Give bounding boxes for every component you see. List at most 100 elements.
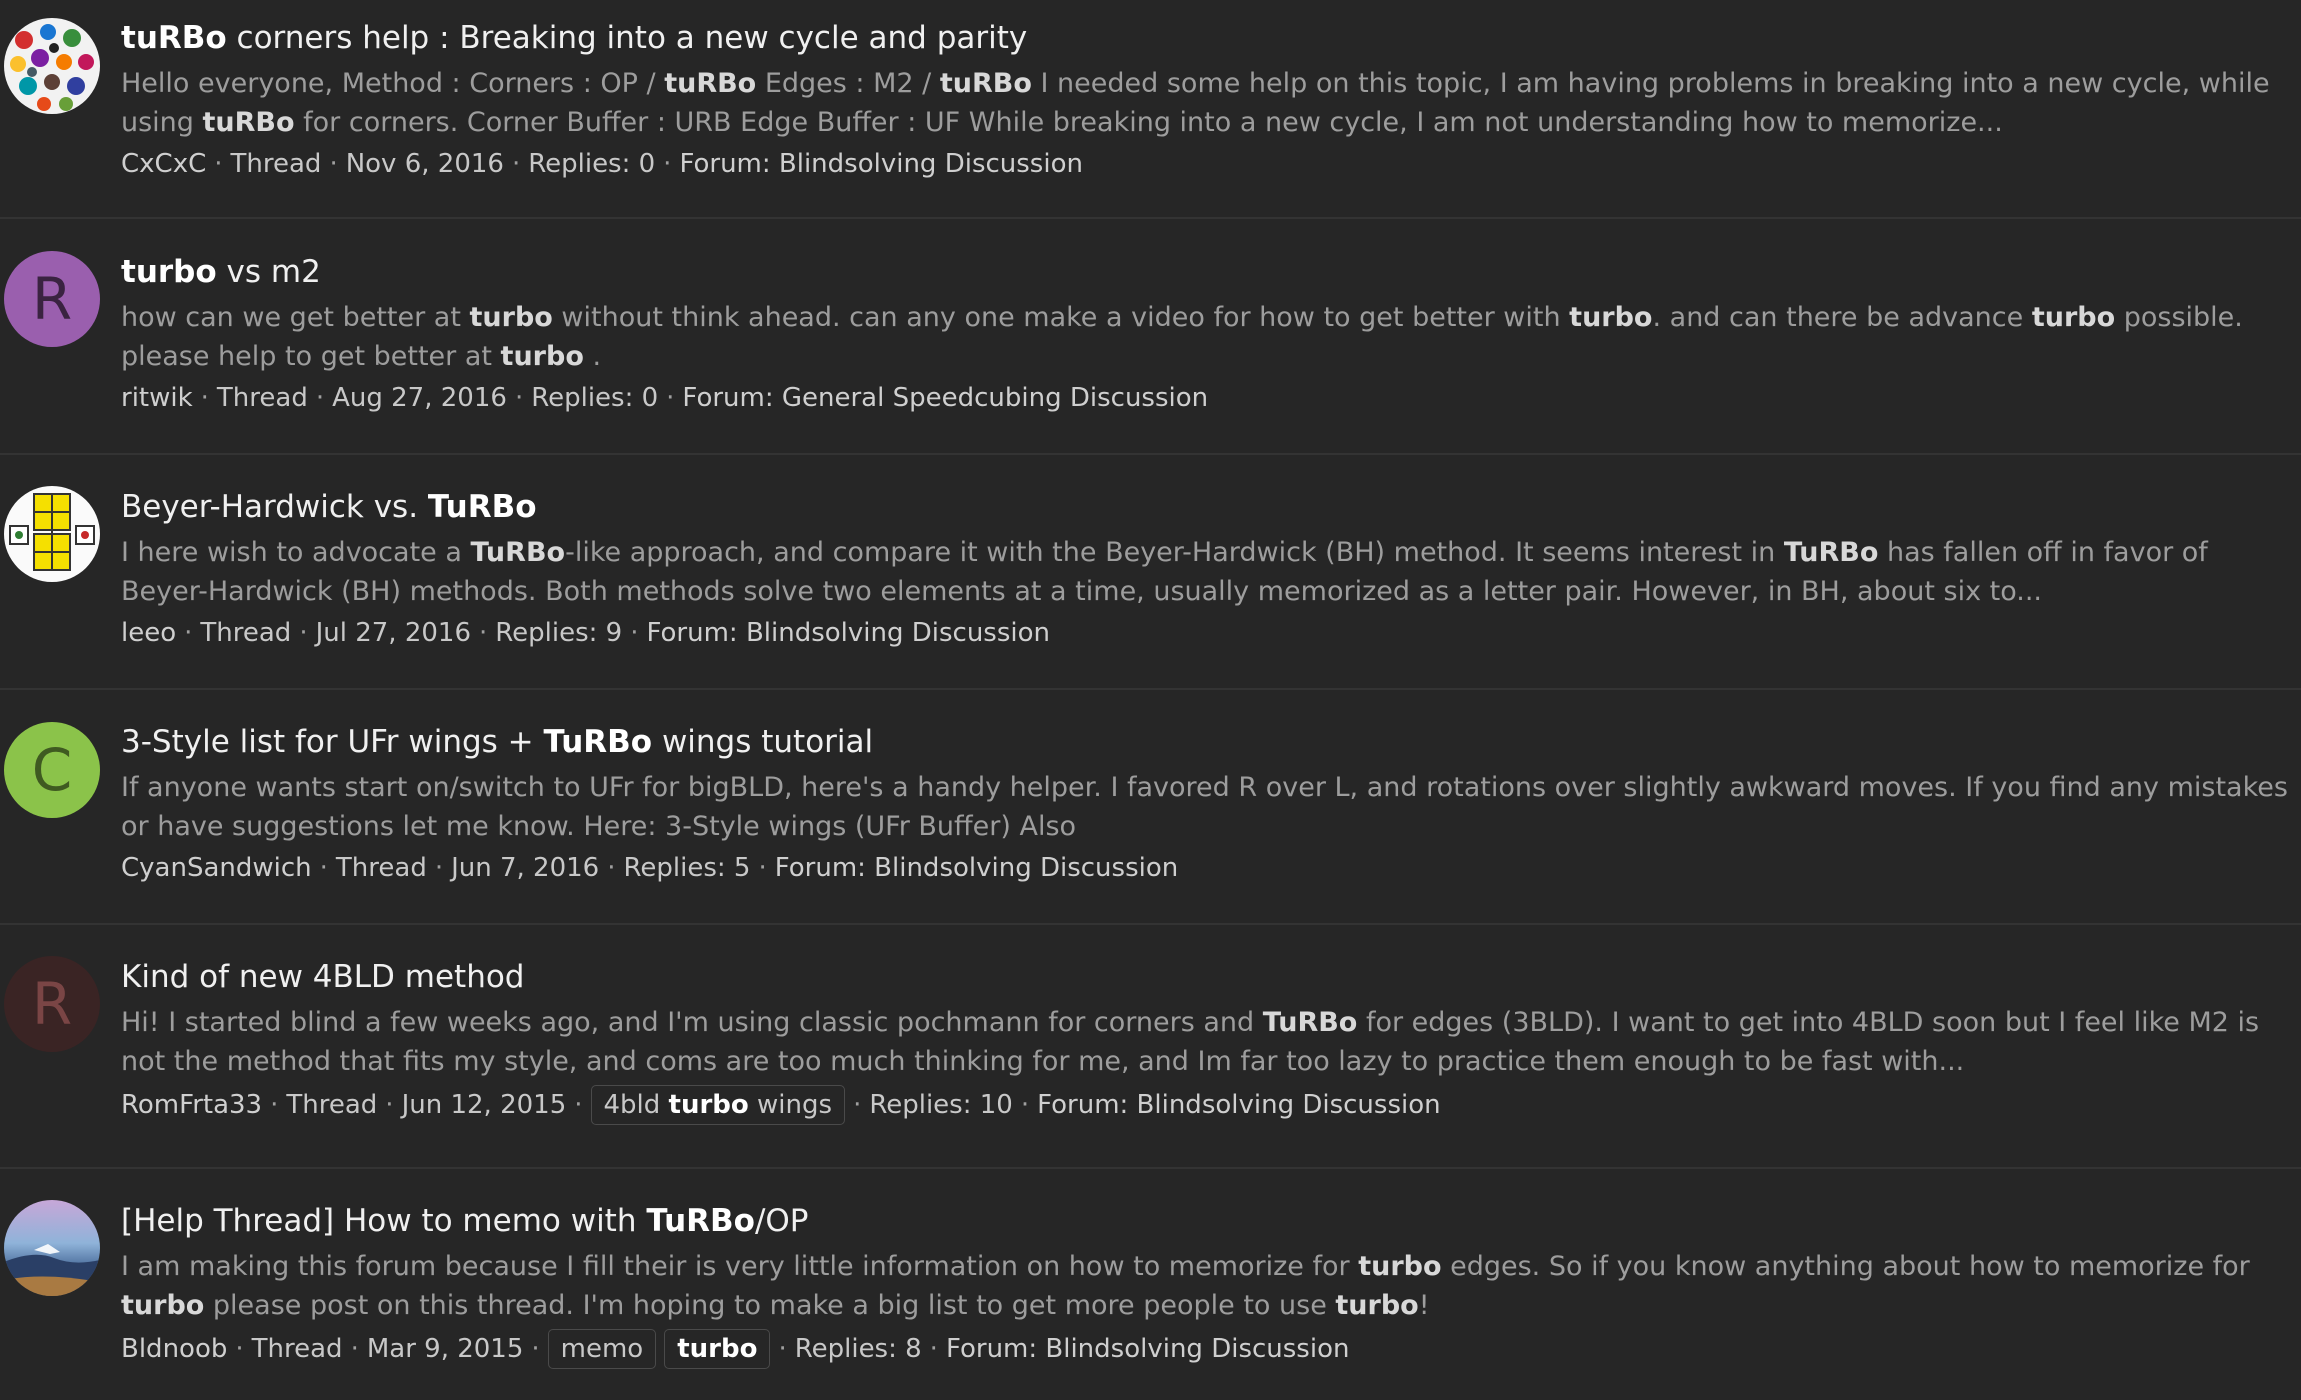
search-result-item: C 3-Style list for UFr wings + TuRBo wing…: [0, 690, 2301, 925]
snippet-text: !: [1418, 1290, 1430, 1321]
search-result-item: Beyer-Hardwick vs. TuRBo I here wish to a…: [0, 455, 2301, 690]
meta-separator: ·: [184, 618, 193, 648]
snippet-text: I am making this forum because I fill th…: [121, 1251, 1359, 1282]
result-content: [Help Thread] How to memo with TuRBo/OP I…: [121, 1201, 2291, 1369]
avatar[interactable]: C: [4, 722, 100, 818]
post-date: Jun 12, 2015: [401, 1090, 567, 1120]
content-type-label: Thread: [230, 149, 322, 179]
result-title-link[interactable]: 3-Style list for UFr wings + TuRBo wings…: [121, 722, 2291, 762]
avatar[interactable]: [4, 1200, 100, 1296]
yellow-cube-diagram-avatar-icon: [4, 486, 100, 582]
author-link[interactable]: Bldnoob: [121, 1331, 227, 1367]
replies-count: Replies: 10: [869, 1090, 1013, 1120]
meta-separator: ·: [929, 1334, 938, 1364]
forum-link[interactable]: Forum: Blindsolving Discussion: [1037, 1087, 1441, 1123]
avatar-letter: R: [31, 265, 73, 333]
replies-count: Replies: 9: [495, 618, 623, 648]
meta-separator: ·: [1020, 1090, 1030, 1120]
title-text: wings tutorial: [652, 724, 874, 760]
meta-separator: ·: [511, 149, 521, 179]
content-type-label: Thread: [286, 1090, 378, 1120]
highlight-title-text: TuRBo: [646, 1203, 755, 1239]
tag-text: turbo: [677, 1334, 758, 1364]
meta-separator: ·: [214, 149, 223, 179]
highlight-snippet-text: turbo: [121, 1290, 205, 1321]
snippet-text: Hi! I started blind a few weeks ago, and…: [121, 1007, 1263, 1038]
tag-text: wings: [748, 1090, 833, 1120]
title-text: 3-Style list for UFr wings +: [121, 724, 544, 760]
post-date: Aug 27, 2016: [332, 383, 507, 413]
highlight-title-text: TuRBo: [427, 489, 537, 525]
result-snippet: I am making this forum because I fill th…: [121, 1247, 2291, 1325]
meta-separator: ·: [200, 383, 209, 413]
result-title-link[interactable]: Kind of new 4BLD method: [121, 957, 2291, 997]
result-meta: CyanSandwich · Thread · Jun 7, 2016 · Replies:…: [121, 850, 2291, 886]
replies-count: Replies: 5: [623, 853, 751, 883]
tag-chip[interactable]: turbo: [664, 1329, 771, 1369]
snippet-text: edges. So if you know anything about how…: [1441, 1251, 2250, 1282]
meta-separator: ·: [235, 1334, 244, 1364]
snippet-text: please post on this thread. I'm hoping t…: [204, 1290, 1336, 1321]
replies-count: Replies: 8: [794, 1334, 922, 1364]
content-type-label: Thread: [216, 383, 308, 413]
content-type-label: Thread: [335, 853, 427, 883]
result-title-link[interactable]: tuRBo corners help : Breaking into a new…: [121, 18, 2291, 58]
title-text: vs m2: [216, 254, 321, 290]
forum-link[interactable]: Forum: Blindsolving Discussion: [775, 850, 1179, 886]
content-type-label: Thread: [200, 618, 292, 648]
avatar-letter: C: [31, 736, 73, 804]
highlight-snippet-text: turbo: [1569, 302, 1653, 333]
author-link[interactable]: RomFrta33: [121, 1087, 262, 1123]
search-result-item: tuRBo corners help : Breaking into a new…: [0, 0, 2301, 219]
meta-separator: ·: [630, 618, 639, 648]
post-date: Mar 9, 2015: [366, 1334, 524, 1364]
meta-separator: ·: [574, 1090, 583, 1120]
result-meta: Bldnoob · Thread · Mar 9, 2015 · memo turbo · Rep…: [121, 1329, 2291, 1369]
avatar-letter: R: [31, 970, 73, 1038]
meta-separator: ·: [607, 853, 616, 883]
avatar[interactable]: [4, 486, 100, 582]
highlight-snippet-text: turbo: [469, 302, 553, 333]
meta-separator: ·: [329, 149, 338, 179]
highlight-title-text: tuRBo: [121, 20, 227, 56]
snippet-text: Hello everyone, Method : Corners : OP /: [121, 68, 665, 99]
result-snippet: If anyone wants start on/switch to UFr f…: [121, 768, 2291, 846]
result-snippet: I here wish to advocate a TuRBo-like app…: [121, 533, 2291, 611]
result-snippet: Hi! I started blind a few weeks ago, and…: [121, 1003, 2291, 1081]
author-link[interactable]: CxCxC: [121, 146, 206, 182]
title-text: corners help : Breaking into a new cycle…: [226, 20, 1028, 56]
snippet-text: how can we get better at: [121, 302, 470, 333]
highlight-snippet-text: tuRBo: [202, 107, 295, 138]
result-meta: CxCxC · Thread · Nov 6, 2016 · Replies: 0 · Foru…: [121, 146, 2291, 182]
author-link[interactable]: CyanSandwich: [121, 850, 312, 886]
meta-separator: ·: [299, 618, 308, 648]
replies-count: Replies: 0: [528, 149, 656, 179]
author-link[interactable]: leeo: [121, 615, 176, 651]
avatar[interactable]: R: [4, 251, 100, 347]
sky-landscape-avatar-icon: [4, 1200, 100, 1296]
avatar[interactable]: [4, 18, 100, 114]
highlight-snippet-text: TuRBo: [1262, 1007, 1358, 1038]
title-text: /OP: [754, 1203, 809, 1239]
result-content: Beyer-Hardwick vs. TuRBo I here wish to a…: [121, 487, 2291, 651]
result-title-link[interactable]: Beyer-Hardwick vs. TuRBo: [121, 487, 2291, 527]
forum-link[interactable]: Forum: Blindsolving Discussion: [946, 1331, 1350, 1367]
forum-link[interactable]: Forum: Blindsolving Discussion: [646, 615, 1050, 651]
author-link[interactable]: ritwik: [121, 380, 193, 416]
result-title-link[interactable]: turbo vs m2: [121, 252, 2291, 292]
snippet-text: . and can there be advance: [1652, 302, 2032, 333]
forum-link[interactable]: Forum: Blindsolving Discussion: [679, 146, 1083, 182]
highlight-snippet-text: turbo: [1358, 1251, 1442, 1282]
highlight-snippet-text: turbo: [500, 341, 584, 372]
result-title-link[interactable]: [Help Thread] How to memo with TuRBo/OP: [121, 1201, 2291, 1241]
tag-chip[interactable]: 4bld turbo wings: [590, 1085, 846, 1125]
tag-chip[interactable]: memo: [547, 1329, 657, 1369]
title-text: [Help Thread] How to memo with: [121, 1203, 647, 1239]
result-snippet: Hello everyone, Method : Corners : OP / …: [121, 64, 2291, 142]
avatar[interactable]: R: [4, 956, 100, 1052]
result-snippet: how can we get better at turbo without t…: [121, 298, 2291, 376]
forum-link[interactable]: Forum: General Speedcubing Discussion: [682, 380, 1208, 416]
title-text: Beyer-Hardwick vs.: [121, 489, 428, 525]
post-date: Jul 27, 2016: [315, 618, 471, 648]
tag-text: memo: [560, 1334, 644, 1364]
